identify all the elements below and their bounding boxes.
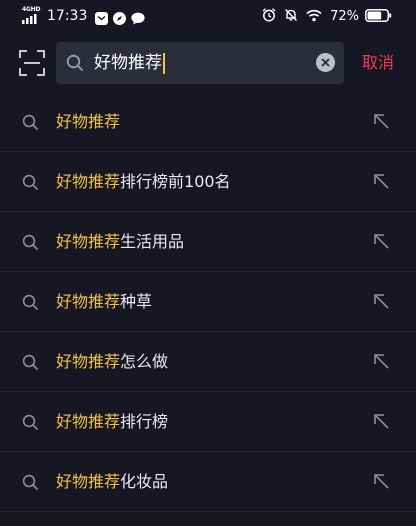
search-icon bbox=[22, 294, 39, 315]
suggestion-item[interactable]: 好物推荐 bbox=[0, 92, 416, 152]
search-screen: 4GHD 17:33 72% 好物推荐 取消 好物推荐 好物推荐排行榜前100名… bbox=[0, 0, 416, 526]
suggestion-text: 好物推荐怎么做 bbox=[56, 332, 168, 392]
clear-icon[interactable] bbox=[316, 53, 335, 72]
network-type: 4GHD bbox=[22, 6, 41, 13]
search-icon bbox=[22, 234, 39, 255]
status-time: 17:33 bbox=[47, 8, 88, 24]
suggestion-text: 好物推荐化妆品 bbox=[56, 452, 168, 512]
search-query-text: 好物推荐 bbox=[94, 53, 162, 73]
suggestion-highlight: 好物推荐 bbox=[56, 112, 121, 131]
status-bar: 4GHD 17:33 72% bbox=[0, 0, 416, 32]
suggestion-rest: 生活用品 bbox=[120, 232, 185, 251]
wifi-icon bbox=[306, 7, 322, 26]
text-caret bbox=[163, 52, 165, 74]
suggestion-rest: 化妆品 bbox=[120, 472, 169, 491]
search-icon bbox=[22, 174, 39, 195]
search-icon bbox=[22, 354, 39, 375]
fill-query-arrow-icon[interactable] bbox=[372, 172, 392, 192]
suggestion-text: 好物推荐 bbox=[56, 92, 120, 152]
signal-icon: 4GHD bbox=[22, 6, 42, 26]
search-icon bbox=[22, 474, 39, 495]
suggestion-rest: 怎么做 bbox=[120, 352, 169, 371]
cancel-button[interactable]: 取消 bbox=[362, 52, 394, 74]
fill-query-arrow-icon[interactable] bbox=[372, 232, 392, 252]
suggestion-rest: 排行榜前100名 bbox=[120, 172, 231, 191]
status-bar-right: 72% bbox=[254, 6, 392, 26]
suggestion-highlight: 好物推荐 bbox=[56, 472, 121, 491]
fill-query-arrow-icon[interactable] bbox=[372, 352, 392, 372]
suggestion-highlight: 好物推荐 bbox=[56, 412, 121, 431]
mute-icon bbox=[284, 7, 298, 26]
suggestion-text: 好物推荐排行榜前100名 bbox=[56, 152, 231, 212]
suggestion-highlight: 好物推荐 bbox=[56, 172, 121, 191]
alarm-icon bbox=[262, 7, 276, 26]
search-icon bbox=[66, 54, 84, 76]
fill-query-arrow-icon[interactable] bbox=[372, 412, 392, 432]
suggestion-item[interactable]: 好物推荐排行榜 bbox=[0, 392, 416, 452]
fill-query-arrow-icon[interactable] bbox=[372, 112, 392, 132]
suggestion-text: 好物推荐排行榜 bbox=[56, 392, 168, 452]
fill-query-arrow-icon[interactable] bbox=[372, 472, 392, 492]
search-query[interactable]: 好物推荐 bbox=[94, 42, 165, 84]
suggestion-highlight: 好物推荐 bbox=[56, 352, 121, 371]
chat-bubble-icon bbox=[131, 10, 145, 24]
suggestion-item[interactable]: 好物推荐生活用品 bbox=[0, 212, 416, 272]
suggestion-item[interactable]: 好物推荐排行榜前100名 bbox=[0, 152, 416, 212]
suggestion-highlight: 好物推荐 bbox=[56, 292, 121, 311]
suggestion-highlight: 好物推荐 bbox=[56, 232, 121, 251]
suggestion-rest: 种草 bbox=[120, 292, 153, 311]
suggestion-item[interactable]: 好物推荐怎么做 bbox=[0, 332, 416, 392]
suggestion-item[interactable]: 好物推荐种草 bbox=[0, 272, 416, 332]
suggestion-rest: 排行榜 bbox=[120, 412, 169, 431]
search-icon bbox=[22, 414, 39, 435]
battery-icon bbox=[365, 7, 392, 26]
fill-query-arrow-icon[interactable] bbox=[372, 292, 392, 312]
suggestion-list: 好物推荐 好物推荐排行榜前100名 好物推荐生活用品 好物推荐种草 好物推荐怎么… bbox=[0, 92, 416, 512]
suggestion-item[interactable]: 好物推荐化妆品 bbox=[0, 452, 416, 512]
battery-percent: 72% bbox=[330, 8, 359, 24]
mail-icon bbox=[95, 10, 109, 25]
scan-icon[interactable] bbox=[19, 50, 45, 76]
search-input[interactable]: 好物推荐 bbox=[56, 42, 344, 84]
suggestion-text: 好物推荐生活用品 bbox=[56, 212, 184, 272]
compass-icon bbox=[113, 10, 127, 25]
suggestion-text: 好物推荐种草 bbox=[56, 272, 152, 332]
search-icon bbox=[22, 114, 39, 135]
status-bar-left: 4GHD 17:33 bbox=[22, 6, 149, 26]
